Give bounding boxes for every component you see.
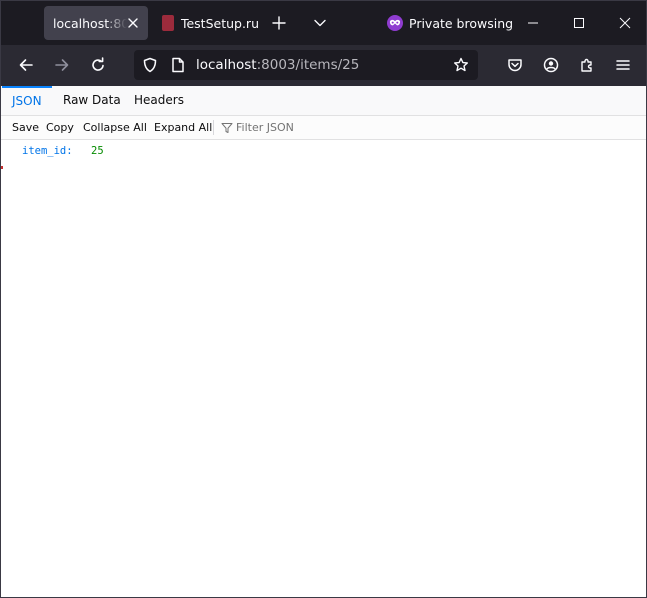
tab-title: TestSetup.ru: [180, 15, 259, 31]
back-button[interactable]: [12, 51, 40, 79]
account-button[interactable]: [537, 51, 565, 79]
tab-headers[interactable]: Headers: [124, 86, 194, 115]
pocket-button[interactable]: [501, 51, 529, 79]
save-button[interactable]: Save: [9, 116, 42, 139]
viewer-tab-bar: JSON Raw Data Headers: [1, 86, 646, 117]
favicon-icon: [162, 15, 174, 31]
close-icon: [619, 17, 631, 29]
star-icon: [454, 57, 468, 72]
close-window-button[interactable]: [602, 1, 646, 45]
reload-icon: [92, 57, 104, 71]
tab-testsetup[interactable]: TestSetup.ru: [155, 6, 259, 40]
forward-button[interactable]: [48, 51, 76, 79]
private-browsing-indicator: Private browsing: [387, 13, 513, 33]
hamburger-menu-icon: [616, 60, 630, 70]
json-viewer: JSON Raw Data Headers Save Copy Collapse…: [1, 86, 646, 597]
private-browsing-label: Private browsing: [409, 15, 514, 31]
menu-button[interactable]: [609, 51, 637, 79]
json-key: item_id:: [22, 145, 73, 157]
expand-all-button[interactable]: Expand All: [151, 116, 215, 139]
list-all-tabs-button[interactable]: [306, 9, 334, 37]
puzzle-icon: [581, 58, 592, 72]
edge-marker: [1, 166, 3, 169]
pocket-icon: [508, 59, 522, 72]
new-tab-button[interactable]: [265, 9, 293, 37]
url-text[interactable]: localhost:8003/items/25: [196, 57, 359, 73]
bookmark-button[interactable]: [450, 55, 472, 75]
tracking-protection-button[interactable]: [140, 55, 160, 75]
collapse-all-button[interactable]: Collapse All: [80, 116, 150, 139]
site-info-button[interactable]: [168, 55, 188, 75]
reload-button[interactable]: [84, 51, 112, 79]
account-icon: [543, 57, 559, 73]
tab-raw-data[interactable]: Raw Data: [53, 86, 131, 115]
extensions-button[interactable]: [573, 51, 601, 79]
filter-json: [221, 116, 386, 139]
close-tab-icon[interactable]: [126, 16, 140, 30]
tab-title-host: localhost: [53, 15, 110, 31]
tab-bar: localhost:8003/items/25 TestSetup.ru: [1, 1, 646, 45]
url-path: :8003/items/25: [256, 57, 360, 73]
back-arrow-icon: [19, 59, 33, 71]
private-mask-icon: [387, 15, 403, 31]
copy-button[interactable]: Copy: [43, 116, 77, 139]
shield-icon: [143, 57, 157, 73]
json-row[interactable]: item_id: 25: [1, 142, 646, 160]
filter-json-input[interactable]: [236, 121, 386, 134]
navigation-toolbar: localhost:8003/items/25: [1, 45, 646, 86]
tab-json[interactable]: JSON: [2, 86, 52, 117]
json-value: 25: [91, 145, 104, 157]
maximize-icon: [574, 18, 584, 28]
plus-icon: [272, 16, 286, 30]
tab-title: localhost:8003/items/25: [53, 16, 127, 31]
maximize-button[interactable]: [556, 1, 602, 45]
tab-title-rest: :8003/items/25: [109, 15, 127, 31]
browser-window: localhost:8003/items/25 TestSetup.ru: [0, 0, 647, 598]
tab-localhost[interactable]: localhost:8003/items/25: [44, 6, 148, 40]
tab-list-button[interactable]: [1, 1, 44, 45]
minimize-icon: [528, 22, 538, 24]
toolbar-divider: [213, 120, 214, 135]
filter-icon: [221, 122, 233, 133]
viewer-toolbar: Save Copy Collapse All Expand All: [1, 116, 646, 140]
url-host: localhost: [196, 57, 257, 73]
forward-arrow-icon: [55, 59, 69, 71]
url-bar[interactable]: localhost:8003/items/25: [134, 50, 478, 80]
chevron-down-icon: [314, 19, 326, 27]
page-icon: [172, 57, 184, 73]
minimize-button[interactable]: [510, 1, 556, 45]
